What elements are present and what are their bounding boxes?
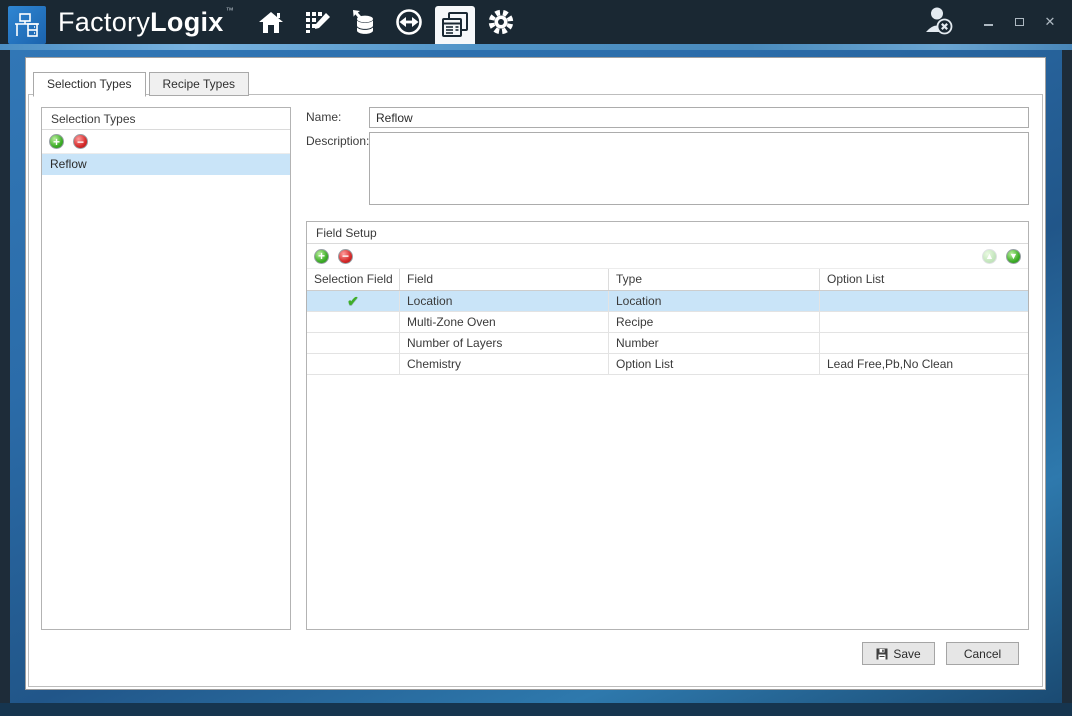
cell-option-list [820, 312, 1028, 332]
cancel-button[interactable]: Cancel [946, 642, 1019, 665]
window-frame-bottom [0, 703, 1072, 716]
column-header-selection-field[interactable]: Selection Field [307, 269, 400, 290]
nav-materials-button[interactable] [343, 0, 383, 44]
settings-gear-icon [486, 7, 516, 37]
table-row[interactable]: ✔ LocationLocation [307, 291, 1028, 312]
field-setup-table-header: Selection Field Field Type Option List [307, 269, 1028, 291]
nav-production-button[interactable] [297, 0, 337, 44]
table-row[interactable]: ChemistryOption ListLead Free,Pb,No Clea… [307, 354, 1028, 375]
home-icon [257, 8, 285, 36]
save-button-label: Save [893, 647, 920, 661]
cell-field: Number of Layers [400, 333, 609, 353]
factorylogix-logo [8, 6, 46, 44]
maximize-icon [1015, 18, 1024, 26]
app-title: FactoryLogix™ [58, 6, 234, 38]
selection-types-list-panel: Selection Types + − Reflow [41, 107, 291, 630]
save-floppy-icon [876, 648, 888, 660]
minimize-icon [984, 24, 993, 26]
list-item[interactable]: Reflow [42, 154, 290, 175]
user-x-icon [922, 4, 954, 36]
table-row[interactable]: Multi-Zone OvenRecipe [307, 312, 1028, 333]
selection-types-toolbar: + − [42, 130, 290, 154]
cell-selection-field [307, 354, 400, 374]
user-logout-button[interactable] [922, 4, 954, 41]
titlebar-right: ✕ [922, 4, 1072, 41]
selection-types-list-title: Selection Types [42, 108, 290, 130]
tab-selection-types[interactable]: Selection Types [33, 72, 146, 97]
tab-recipe-types[interactable]: Recipe Types [149, 72, 250, 96]
maximize-button[interactable] [1013, 16, 1025, 28]
cell-option-list [820, 333, 1028, 353]
window-controls: ✕ [982, 16, 1056, 28]
documents-icon [440, 10, 470, 40]
cell-type: Location [609, 291, 820, 311]
cell-selection-field [307, 312, 400, 332]
field-setup-title: Field Setup [307, 222, 1028, 244]
close-button[interactable]: ✕ [1044, 16, 1056, 28]
remove-field-button[interactable]: − [338, 249, 353, 264]
cell-field: Multi-Zone Oven [400, 312, 609, 332]
add-field-button[interactable]: + [314, 249, 329, 264]
cell-type: Number [609, 333, 820, 353]
field-setup-toolbar: + − ▲ ▼ [307, 244, 1028, 269]
tab-content: Selection Types + − Reflow Name: Descrip… [28, 94, 1043, 687]
column-header-type[interactable]: Type [609, 269, 820, 290]
tab-strip: Selection Types Recipe Types [33, 72, 1045, 96]
production-grid-pencil-icon [303, 8, 331, 36]
remove-selection-type-button[interactable]: − [73, 134, 88, 149]
name-label: Name: [306, 110, 341, 124]
description-label: Description: [306, 134, 369, 148]
cell-selection-field: ✔ [307, 291, 400, 311]
green-check-icon: ✔ [347, 293, 359, 309]
cell-selection-field [307, 333, 400, 353]
column-header-field[interactable]: Field [400, 269, 609, 290]
titlebar: FactoryLogix™ [0, 0, 1072, 44]
nav-home-button[interactable] [251, 0, 291, 44]
workstation-desk-icon [13, 11, 41, 39]
selection-types-list: Reflow [42, 154, 290, 175]
action-buttons: Save Cancel [862, 642, 1019, 665]
nav-documents-button[interactable] [435, 6, 475, 44]
move-field-up-button[interactable]: ▲ [982, 249, 997, 264]
cancel-button-label: Cancel [964, 647, 1001, 661]
cell-option-list: Lead Free,Pb,No Clean [820, 354, 1028, 374]
cell-field: Location [400, 291, 609, 311]
sync-icon [394, 7, 424, 37]
save-button[interactable]: Save [862, 642, 935, 665]
column-header-option-list[interactable]: Option List [820, 269, 1028, 290]
minimize-button[interactable] [982, 16, 994, 28]
cell-type: Recipe [609, 312, 820, 332]
nav-settings-button[interactable] [481, 0, 521, 44]
name-input[interactable] [369, 107, 1029, 128]
application-window: FactoryLogix™ [0, 0, 1072, 716]
main-navigation [248, 0, 524, 44]
table-row[interactable]: Number of LayersNumber [307, 333, 1028, 354]
cell-option-list [820, 291, 1028, 311]
main-panel: Selection Types Recipe Types Selection T… [25, 57, 1046, 690]
field-setup-panel: Field Setup + − ▲ ▼ Selection Field Fiel… [306, 221, 1029, 630]
field-setup-rows: ✔ LocationLocationMulti-Zone OvenRecipeNu… [307, 291, 1028, 375]
cell-field: Chemistry [400, 354, 609, 374]
add-selection-type-button[interactable]: + [49, 134, 64, 149]
move-field-down-button[interactable]: ▼ [1006, 249, 1021, 264]
description-input[interactable] [369, 132, 1029, 205]
nav-sync-button[interactable] [389, 0, 429, 44]
materials-database-icon [349, 8, 377, 36]
cell-type: Option List [609, 354, 820, 374]
